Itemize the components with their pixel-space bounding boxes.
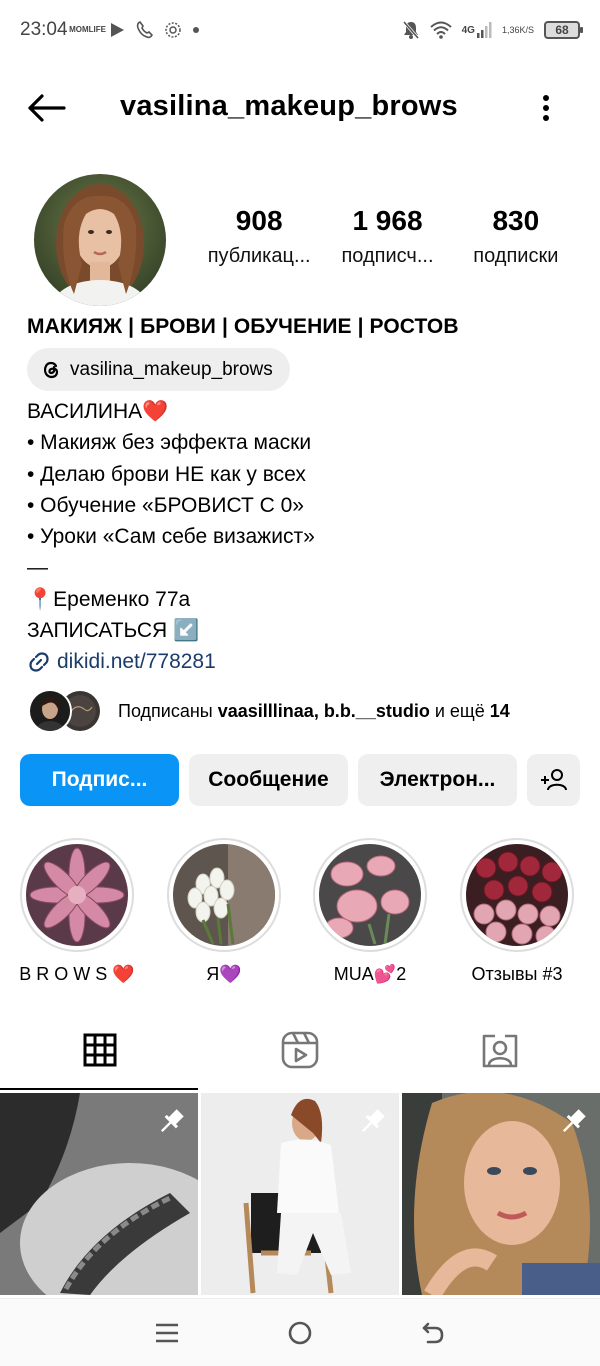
post-thumbnail[interactable] <box>0 1093 198 1295</box>
highlight-ring <box>313 838 427 952</box>
stat-label: публикац... <box>207 245 311 267</box>
highlight-cover <box>26 844 128 946</box>
bio-line: • Делаю брови НЕ как у всех <box>27 462 306 486</box>
back-nav-icon <box>423 1322 444 1343</box>
highlight-label: B R O W S ❤️ <box>19 964 135 984</box>
stat-followers[interactable]: 1 968 подписч... <box>323 205 451 268</box>
dot-icon <box>192 26 200 34</box>
stat-label: подписч... <box>341 245 434 267</box>
highlight-label: Отзывы #3 <box>471 964 563 984</box>
stat-following[interactable]: 830 подписки <box>452 205 580 268</box>
follow-button[interactable]: Подпис... <box>20 754 179 806</box>
tab-posts[interactable] <box>0 1010 200 1090</box>
arrow-down-left-icon: ↙️ <box>173 619 200 643</box>
stat-value: 830 <box>492 205 540 236</box>
bio-line: • Обучение «БРОВИСТ С 0» <box>27 493 304 517</box>
highlight-cover <box>466 844 568 946</box>
post-thumbnail[interactable] <box>201 1093 399 1295</box>
youtube-icon <box>108 21 126 39</box>
threads-badge[interactable]: vasilina_makeup_brows <box>27 348 290 391</box>
followed-by[interactable]: Подписаны vaasilllinaa, b.b.__studio и е… <box>28 688 510 734</box>
tab-tagged[interactable] <box>400 1010 600 1090</box>
profile-stats: 908 публикац... 1 968 подписч... 830 под… <box>195 205 580 268</box>
stat-value: 908 <box>235 205 283 236</box>
stat-label: подписки <box>473 245 559 267</box>
story-highlights: B R O W S ❤️ Я💜 MUA💕2 Отзывы #3 <box>0 838 600 988</box>
bio-line: • Уроки «Сам себе визажист» <box>27 525 315 549</box>
profile-actions: Подпис... Сообщение Электрон... <box>20 754 580 806</box>
highlight-ring <box>167 838 281 952</box>
more-vertical-icon <box>543 95 549 121</box>
followed-by-text: Подписаны vaasilllinaa, b.b.__studio и е… <box>118 700 510 721</box>
stat-posts[interactable]: 908 публикац... <box>195 205 323 268</box>
bio-category: МАКИЯЖ | БРОВИ | ОБУЧЕНИЕ | РОСТОВ <box>27 315 459 338</box>
mutual-avatar <box>28 689 72 733</box>
system-nav-bar <box>0 1298 600 1366</box>
highlight-label: Я💜 <box>206 964 242 984</box>
home-circle-icon <box>288 1321 312 1344</box>
app-notification-icon <box>164 21 182 39</box>
wifi-icon <box>429 21 452 39</box>
threads-icon <box>43 361 59 378</box>
mutual-avatars <box>28 688 108 734</box>
bio-name-line: ВАСИЛИНА❤️ <box>27 400 169 423</box>
menu-icon <box>155 1323 178 1342</box>
highlight-me[interactable]: Я💜 <box>164 838 284 985</box>
reels-icon <box>281 1031 319 1069</box>
suggested-users-button[interactable] <box>527 754 580 806</box>
message-button[interactable]: Сообщение <box>189 754 348 806</box>
bio-cta: ЗАПИСАТЬСЯ ↙️ <box>27 619 200 643</box>
battery-indicator: 68 <box>544 21 583 39</box>
highlight-brows[interactable]: B R O W S ❤️ <box>17 838 137 985</box>
momlife-app-icon: MOM LIFE <box>69 25 106 34</box>
mute-icon <box>402 20 420 40</box>
tagged-icon <box>482 1034 518 1068</box>
highlight-label: MUA💕2 <box>333 964 407 984</box>
status-time: 23:04 <box>20 19 68 40</box>
more-options-button[interactable] <box>530 90 562 126</box>
threads-handle: vasilina_makeup_brows <box>70 358 273 380</box>
pin-icon <box>160 1109 184 1133</box>
highlight-mua[interactable]: MUA💕2 <box>310 838 430 985</box>
location-pin-icon: 📍 <box>27 587 54 611</box>
highlight-cover <box>319 844 421 946</box>
post-thumbnail[interactable] <box>402 1093 600 1295</box>
add-user-icon <box>540 769 567 791</box>
status-bar: 23:04 MOM LIFE 4G 1,36 K/S 68 <box>0 0 600 60</box>
bio-text: ВАСИЛИНА❤️ • Макияж без эффекта маски • … <box>27 396 315 678</box>
highlight-ring <box>20 838 134 952</box>
bio-link[interactable]: dikidi.net/778281 <box>27 646 315 677</box>
posts-grid <box>0 1093 600 1295</box>
grid-icon <box>83 1033 117 1067</box>
net-speed: 1,36 K/S <box>501 24 534 35</box>
avatar[interactable] <box>34 174 166 306</box>
tab-reels[interactable] <box>200 1010 400 1090</box>
recent-apps-button[interactable] <box>147 1313 187 1353</box>
stat-value: 1 968 <box>352 205 423 236</box>
home-button[interactable] <box>280 1313 320 1353</box>
bio-address: 📍Еременко 77а <box>27 587 191 611</box>
phone-icon <box>136 21 154 39</box>
profile-tabs <box>0 1010 600 1090</box>
highlight-cover <box>173 844 275 946</box>
signal-icon: 4G <box>462 21 492 39</box>
pin-icon <box>562 1109 586 1133</box>
page-title: vasilina_makeup_brows <box>120 90 458 122</box>
back-arrow-icon <box>28 94 66 122</box>
highlight-reviews[interactable]: Отзывы #3 <box>457 838 577 985</box>
email-button[interactable]: Электрон... <box>358 754 517 806</box>
pin-icon <box>361 1109 385 1133</box>
highlight-ring <box>460 838 574 952</box>
back-nav-button[interactable] <box>413 1313 453 1353</box>
bio-link-text: dikidi.net/778281 <box>57 650 216 674</box>
profile-header: vasilina_makeup_brows <box>0 80 600 136</box>
back-button[interactable] <box>26 92 66 124</box>
bio-line: • Макияж без эффекта маски <box>27 431 312 455</box>
link-icon <box>29 652 49 672</box>
bio-line: — <box>27 556 48 580</box>
